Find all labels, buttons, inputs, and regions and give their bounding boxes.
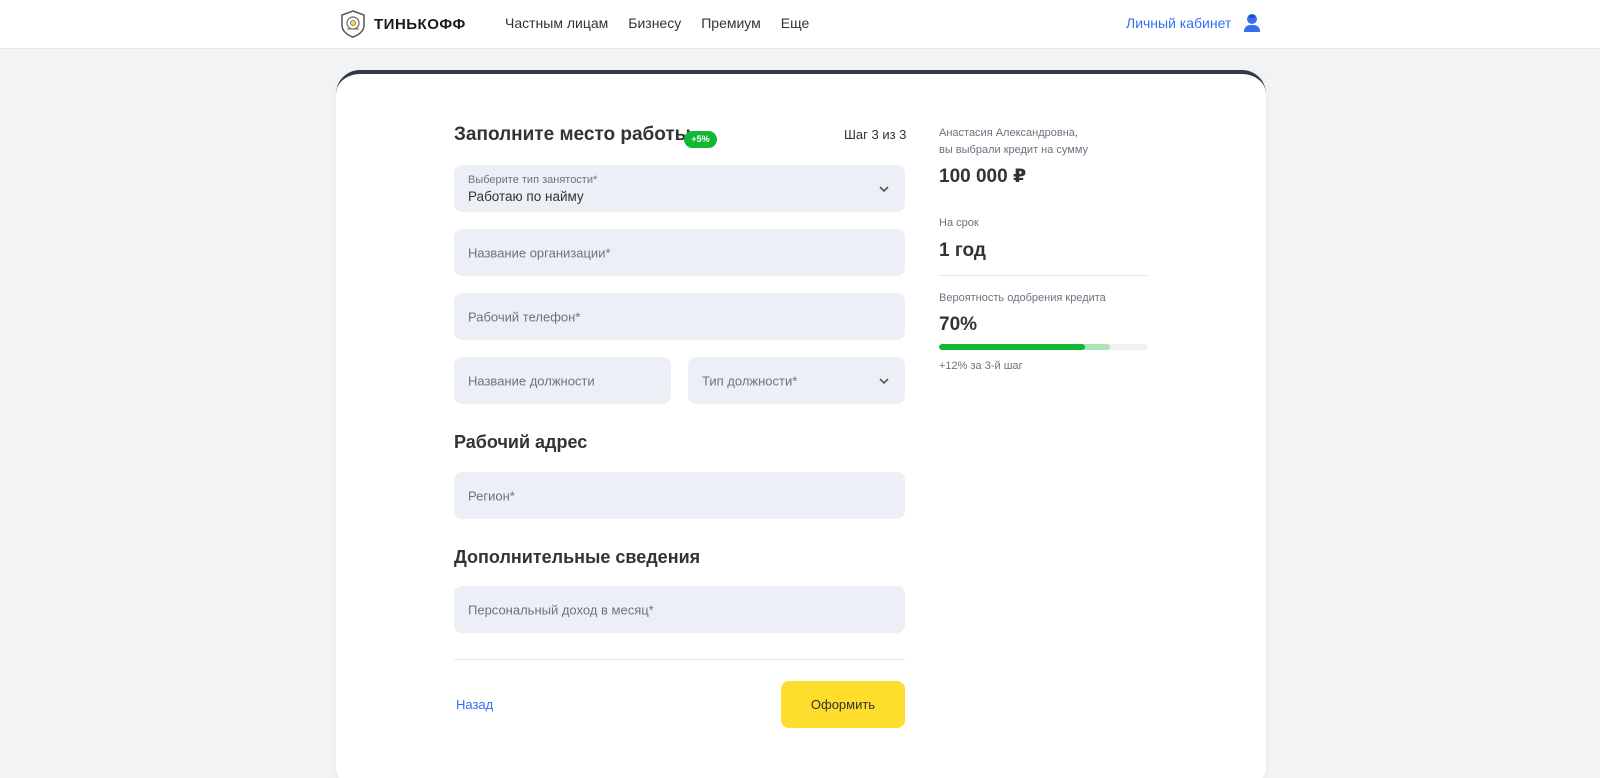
monthly-income-field[interactable]: Персональный доход в месяц* — [454, 586, 905, 633]
greeting: Анастасия Александровна, вы выбрали кред… — [939, 125, 1088, 159]
logo-text: ТИНЬКОФФ — [374, 15, 466, 33]
shield-logo-icon — [341, 10, 365, 38]
greeting-line-1: Анастасия Александровна, — [939, 127, 1078, 139]
loan-amount: 100 000 ₽ — [939, 166, 1027, 187]
back-link[interactable]: Назад — [456, 697, 493, 712]
additional-info-title: Дополнительные сведения — [454, 547, 701, 567]
nav-business[interactable]: Бизнесу — [628, 15, 681, 31]
work-address-title: Рабочий адрес — [454, 432, 588, 452]
term-label: На срок — [939, 217, 979, 229]
user-icon — [1244, 14, 1261, 32]
nav-more[interactable]: Еще — [781, 15, 810, 31]
position-type-select[interactable]: Тип должности* — [688, 357, 905, 404]
position-name-placeholder: Название должности — [468, 373, 595, 388]
work-phone-field[interactable]: Рабочий телефон* — [454, 293, 905, 340]
chevron-down-icon — [879, 377, 889, 384]
organization-name-placeholder: Название организации* — [468, 245, 611, 260]
position-type-placeholder: Тип должности* — [702, 373, 798, 388]
nav-private[interactable]: Частным лицам — [505, 15, 608, 31]
region-field[interactable]: Регион* — [454, 472, 905, 519]
submit-button[interactable]: Оформить — [781, 681, 905, 728]
approval-probability-label: Вероятность одобрения кредита — [939, 292, 1106, 304]
step-indicator: Шаг 3 из 3 — [844, 127, 907, 142]
employment-type-label: Выберите тип занятости* — [468, 174, 598, 186]
tinkoff-logo[interactable]: ТИНЬКОФФ — [338, 9, 466, 39]
approval-probability: 70% — [939, 314, 978, 335]
position-name-field[interactable]: Название должности — [454, 357, 671, 404]
approval-progress-fill — [939, 344, 1086, 350]
bonus-badge: +5% — [684, 131, 717, 148]
greeting-line-2: вы выбрали кредит на сумму — [939, 144, 1089, 156]
top-header: ТИНЬКОФФ Частным лицам Бизнесу Премиум Е… — [0, 0, 1600, 49]
region-placeholder: Регион* — [468, 488, 515, 503]
employment-type-select[interactable]: Выберите тип занятости* Работаю по найму — [454, 165, 905, 212]
loan-term: 1 год — [939, 240, 986, 261]
employment-type-value: Работаю по найму — [468, 189, 584, 204]
form-title: Заполните место работы — [454, 124, 691, 145]
sidebar-divider — [939, 275, 1148, 276]
monthly-income-placeholder: Персональный доход в месяц* — [468, 602, 654, 617]
personal-cabinet-link[interactable]: Личный кабинет — [1126, 13, 1261, 33]
work-phone-placeholder: Рабочий телефон* — [468, 309, 581, 324]
form-divider — [454, 659, 905, 660]
chevron-down-icon — [879, 185, 889, 192]
approval-hint: +12% за 3-й шаг — [939, 360, 1023, 372]
cabinet-label: Личный кабинет — [1126, 15, 1232, 31]
organization-name-field[interactable]: Название организации* — [454, 229, 905, 276]
nav-premium[interactable]: Премиум — [701, 15, 761, 31]
approval-progress-bar — [939, 344, 1148, 350]
main-nav: Частным лицам Бизнесу Премиум Еще — [505, 15, 809, 31]
